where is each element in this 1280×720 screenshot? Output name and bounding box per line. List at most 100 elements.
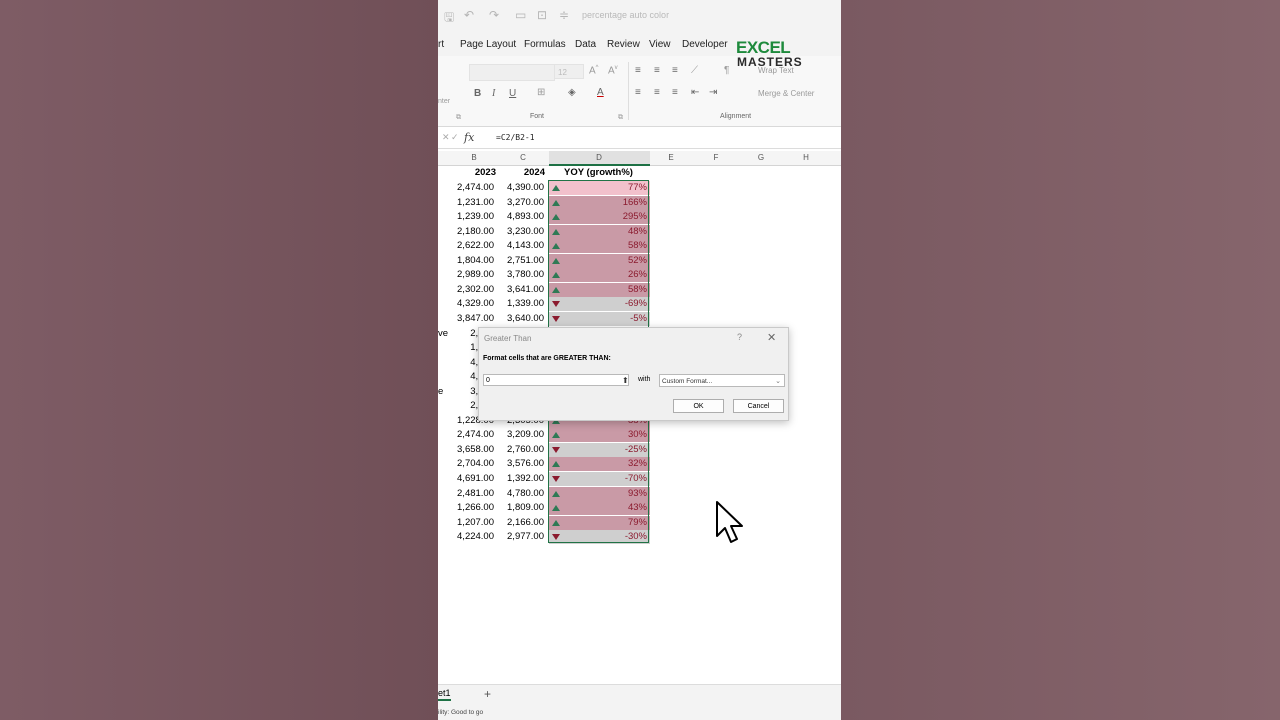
underline-button[interactable]: U [509, 88, 516, 99]
cell-yoy[interactable]: 77% [549, 181, 650, 195]
orientation-icon[interactable]: ⟋ [691, 65, 698, 76]
align-middle-icon[interactable]: ≡ [654, 65, 660, 76]
column-header-b[interactable]: B [459, 153, 489, 162]
align-bottom-icon[interactable]: ≡ [672, 65, 678, 76]
column-header-e[interactable]: E [656, 153, 686, 162]
cell-2024[interactable]: 4,143.00 [507, 240, 544, 251]
cell-yoy[interactable]: -70% [549, 472, 650, 486]
bold-button[interactable]: B [474, 88, 481, 99]
font-name-box[interactable] [469, 64, 555, 81]
cell-yoy[interactable]: 52% [549, 253, 650, 268]
increase-font-icon[interactable]: A^ [589, 65, 599, 76]
cell-yoy[interactable]: 58% [549, 282, 650, 297]
cell-2024[interactable]: 1,809.00 [507, 502, 544, 513]
save-icon[interactable]: 🖫 [444, 8, 454, 29]
cell-2023[interactable]: 1,804.00 [457, 255, 494, 266]
cell-2023[interactable]: 4,691.00 [457, 473, 494, 484]
cell-yoy[interactable]: 43% [549, 501, 650, 516]
cell-2024[interactable]: 1,392.00 [507, 473, 544, 484]
align-top-icon[interactable]: ≡ [635, 65, 641, 76]
align-center-icon[interactable]: ≡ [654, 87, 660, 98]
borders-icon[interactable]: ⊞ [537, 87, 545, 98]
header-2024[interactable]: 2024 [524, 167, 545, 178]
print-preview-icon[interactable]: ▭ [515, 8, 526, 22]
merge-center-button[interactable]: Merge & Center [758, 89, 814, 98]
rtl-icon[interactable]: ¶ [724, 65, 729, 76]
cell-yoy[interactable]: 26% [549, 268, 650, 283]
cell-2024[interactable]: 2,751.00 [507, 255, 544, 266]
cell-2024[interactable]: 4,893.00 [507, 211, 544, 222]
cell-2024[interactable]: 2,760.00 [507, 444, 544, 455]
cell-2024[interactable]: 3,780.00 [507, 269, 544, 280]
launcher-icon[interactable]: ⧉ [456, 114, 461, 122]
decrease-indent-icon[interactable]: ⇤ [691, 87, 699, 98]
cell-2023[interactable]: 2,622.00 [457, 240, 494, 251]
add-sheet-icon[interactable]: + [484, 687, 491, 701]
cell-2024[interactable]: 3,576.00 [507, 458, 544, 469]
cell-2023[interactable]: 4,329.00 [457, 298, 494, 309]
cell-2023[interactable]: 2,474.00 [457, 429, 494, 440]
column-header-f[interactable]: F [701, 153, 731, 162]
cell-2024[interactable]: 3,230.00 [507, 226, 544, 237]
format-select[interactable]: Custom Format... ⌄ [659, 374, 785, 387]
menu-insert[interactable]: rt [438, 39, 444, 50]
cell-yoy[interactable]: 93% [549, 486, 650, 501]
cell-yoy[interactable]: -30% [549, 530, 650, 545]
cell-2023[interactable]: 3,847.00 [457, 313, 494, 324]
cell-2023[interactable]: 1,207.00 [457, 517, 494, 528]
menu-formulas[interactable]: Formulas [524, 39, 566, 50]
collapse-range-icon[interactable]: ⬆ [622, 375, 629, 387]
cell-yoy[interactable]: -69% [549, 297, 650, 312]
italic-button[interactable]: I [492, 88, 495, 99]
cell-a[interactable]: e [438, 386, 443, 397]
undo-icon[interactable]: ↶ [464, 8, 474, 22]
menu-developer[interactable]: Developer [682, 39, 728, 50]
cell-2024[interactable]: 3,209.00 [507, 429, 544, 440]
enter-formula-icon[interactable]: ✓ [451, 132, 459, 143]
cell-2023[interactable]: 1,239.00 [457, 211, 494, 222]
header-yoy[interactable]: YOY (growth%) [564, 167, 633, 178]
cell-2024[interactable]: 2,166.00 [507, 517, 544, 528]
cell-2023[interactable]: 2,989.00 [457, 269, 494, 280]
formula-input[interactable]: =C2/B2-1 [496, 133, 535, 142]
help-icon[interactable]: ? [737, 332, 742, 342]
cell-2023[interactable]: 4,224.00 [457, 531, 494, 542]
font-color-icon[interactable]: A [597, 87, 604, 98]
font-launcher-icon[interactable]: ⧉ [618, 114, 623, 122]
cell-2024[interactable]: 3,641.00 [507, 284, 544, 295]
cell-2023[interactable]: 2,180.00 [457, 226, 494, 237]
cell-2024[interactable]: 2,977.00 [507, 531, 544, 542]
close-icon[interactable]: ✕ [767, 331, 776, 344]
redo-icon[interactable]: ↷ [489, 8, 499, 22]
cell-2023[interactable]: 3,658.00 [457, 444, 494, 455]
ok-button[interactable]: OK [673, 399, 724, 413]
cell-yoy[interactable]: 79% [549, 515, 650, 530]
cell-2023[interactable]: 2,474.00 [457, 182, 494, 193]
cell-yoy[interactable]: 30% [549, 428, 650, 443]
cell-yoy[interactable]: -5% [549, 311, 650, 326]
screenshot-icon[interactable]: ⊡ [537, 8, 547, 22]
cell-2023[interactable]: 1,266.00 [457, 502, 494, 513]
column-header-h[interactable]: H [791, 153, 821, 162]
threshold-input[interactable]: 0 ⬆ [483, 374, 629, 386]
cell-2024[interactable]: 3,270.00 [507, 197, 544, 208]
cell-yoy[interactable]: 58% [549, 239, 650, 254]
cell-2024[interactable]: 4,390.00 [507, 182, 544, 193]
decrease-font-icon[interactable]: Av [608, 65, 618, 76]
cell-2024[interactable]: 4,780.00 [507, 488, 544, 499]
cell-a[interactable]: ve [438, 328, 448, 339]
menu-page-layout[interactable]: Page Layout [460, 39, 516, 50]
align-left-icon[interactable]: ≡ [635, 87, 641, 98]
column-header-c[interactable]: C [508, 153, 538, 162]
cell-2024[interactable]: 3,640.00 [507, 313, 544, 324]
align-right-icon[interactable]: ≡ [672, 87, 678, 98]
cell-yoy[interactable]: 295% [549, 210, 650, 225]
customize-toolbar-icon[interactable]: ≑ [559, 8, 569, 22]
cell-2023[interactable]: 2,704.00 [457, 458, 494, 469]
header-2023[interactable]: 2023 [475, 167, 496, 178]
increase-indent-icon[interactable]: ⇥ [709, 87, 717, 98]
cell-yoy[interactable]: 32% [549, 457, 650, 472]
column-header-g[interactable]: G [746, 153, 776, 162]
cell-2023[interactable]: 1,231.00 [457, 197, 494, 208]
menu-review[interactable]: Review [607, 39, 640, 50]
